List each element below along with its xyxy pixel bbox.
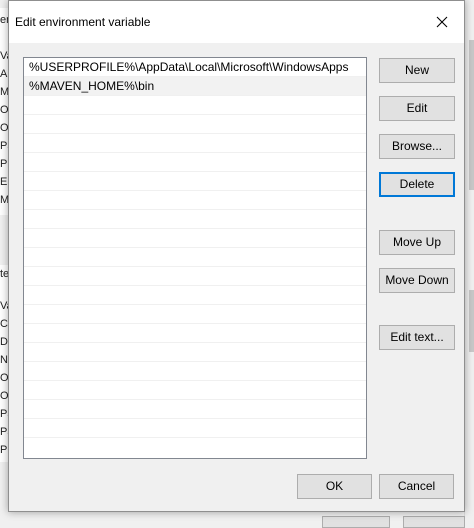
cancel-button[interactable]: Cancel — [379, 474, 454, 499]
dialog-title: Edit environment variable — [15, 15, 151, 29]
ok-button[interactable]: OK — [297, 474, 372, 499]
list-item-empty[interactable] — [24, 172, 366, 191]
delete-button[interactable]: Delete — [379, 172, 455, 197]
title-bar[interactable]: Edit environment variable — [9, 1, 464, 43]
path-entries-list[interactable]: %USERPROFILE%\AppData\Local\Microsoft\Wi… — [23, 57, 367, 459]
list-item-empty[interactable] — [24, 343, 366, 362]
list-item-empty[interactable] — [24, 153, 366, 172]
list-item-empty[interactable] — [24, 115, 366, 134]
close-icon — [436, 16, 448, 28]
background-button — [403, 516, 465, 528]
list-item-empty[interactable] — [24, 324, 366, 343]
move-up-button[interactable]: Move Up — [379, 230, 455, 255]
background-button — [322, 516, 390, 528]
list-item-empty[interactable] — [24, 229, 366, 248]
list-item-empty[interactable] — [24, 419, 366, 438]
edit-button[interactable]: Edit — [379, 96, 455, 121]
list-item-empty[interactable] — [24, 267, 366, 286]
list-item-empty[interactable] — [24, 305, 366, 324]
browse-button[interactable]: Browse... — [379, 134, 455, 159]
list-item-selected[interactable]: %MAVEN_HOME%\bin — [24, 77, 366, 96]
list-item-empty[interactable] — [24, 248, 366, 267]
move-down-button[interactable]: Move Down — [379, 268, 455, 293]
background-scrollbar-thumb — [469, 40, 474, 190]
list-item-empty[interactable] — [24, 134, 366, 153]
list-item-empty[interactable] — [24, 381, 366, 400]
list-item-empty[interactable] — [24, 362, 366, 381]
list-item-empty[interactable] — [24, 400, 366, 419]
background-scrollbar-thumb — [469, 290, 474, 352]
list-item-empty[interactable] — [24, 286, 366, 305]
new-button[interactable]: New — [379, 58, 455, 83]
list-item-empty[interactable] — [24, 210, 366, 229]
edit-text-button[interactable]: Edit text... — [379, 325, 455, 350]
list-item-empty[interactable] — [24, 96, 366, 115]
list-item[interactable]: %USERPROFILE%\AppData\Local\Microsoft\Wi… — [24, 58, 366, 77]
edit-environment-variable-dialog: Edit environment variable %USERPROFILE%\… — [8, 0, 465, 512]
close-button[interactable] — [420, 1, 464, 43]
background-window-right-edge — [464, 0, 474, 525]
list-item-empty[interactable] — [24, 191, 366, 210]
empty-rows — [24, 96, 366, 438]
